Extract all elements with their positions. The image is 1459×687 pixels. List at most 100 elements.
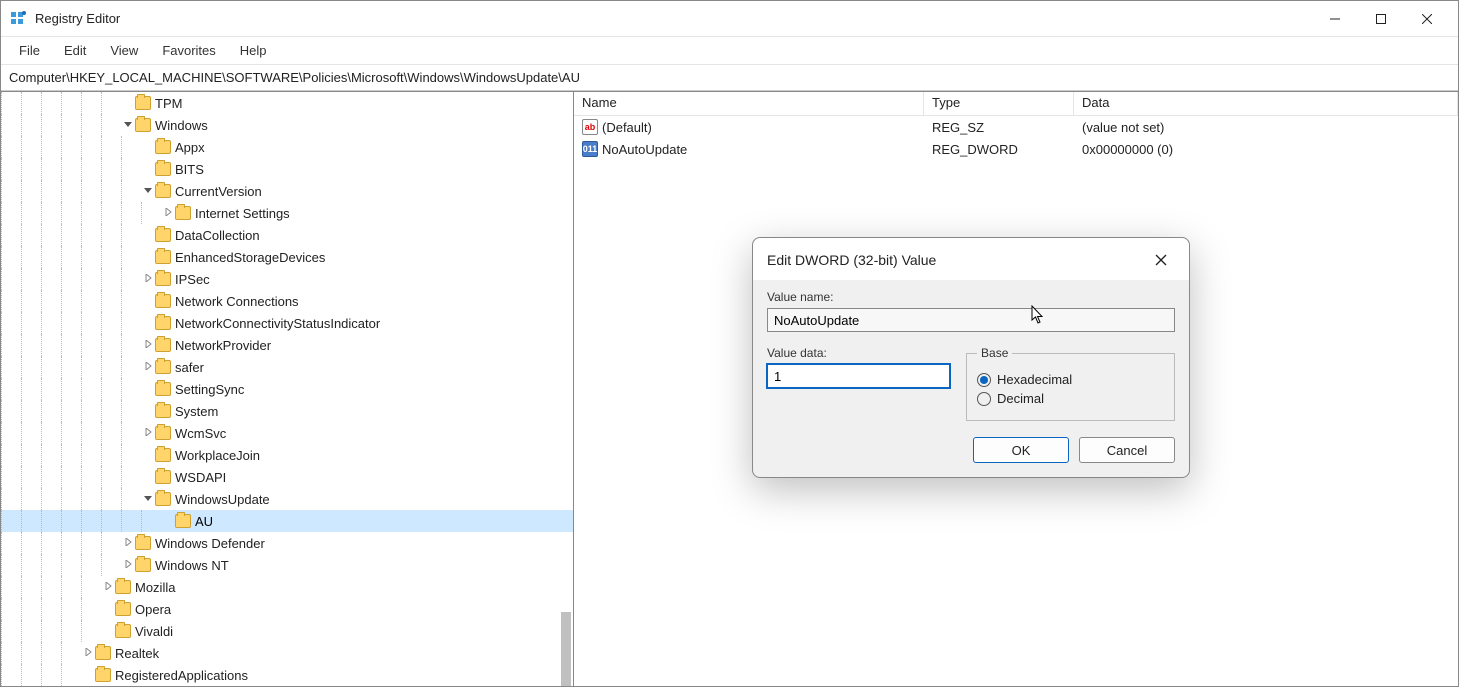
folder-icon xyxy=(155,360,171,374)
expander-icon[interactable] xyxy=(141,274,155,285)
tree-node-label: AU xyxy=(195,514,213,529)
expander-icon[interactable] xyxy=(81,648,95,659)
radio-hexadecimal[interactable]: Hexadecimal xyxy=(977,372,1164,387)
tree-node-wsdapi[interactable]: WSDAPI xyxy=(1,466,573,488)
tree-node-mozilla[interactable]: Mozilla xyxy=(1,576,573,598)
menu-help[interactable]: Help xyxy=(230,40,277,61)
list-row[interactable]: 011NoAutoUpdateREG_DWORD0x00000000 (0) xyxy=(574,138,1458,160)
expander-icon[interactable] xyxy=(121,538,135,549)
menu-edit[interactable]: Edit xyxy=(54,40,96,61)
maximize-button[interactable] xyxy=(1358,3,1404,35)
cancel-button[interactable]: Cancel xyxy=(1079,437,1175,463)
tree-node-appx[interactable]: Appx xyxy=(1,136,573,158)
folder-icon xyxy=(135,118,151,132)
close-button[interactable] xyxy=(1404,3,1450,35)
tree-node-label: NetworkProvider xyxy=(175,338,271,353)
tree-node-workplacejoin[interactable]: WorkplaceJoin xyxy=(1,444,573,466)
titlebar: Registry Editor xyxy=(1,1,1458,37)
registry-tree[interactable]: TPM WindowsAppx BITS CurrentVersionInternet… xyxy=(1,92,573,686)
folder-icon xyxy=(155,470,171,484)
tree-node-label: NetworkConnectivityStatusIndicator xyxy=(175,316,380,331)
value-data: 0x00000000 (0) xyxy=(1074,142,1458,157)
folder-icon xyxy=(135,558,151,572)
folder-icon xyxy=(155,272,171,286)
tree-node-label: DataCollection xyxy=(175,228,260,243)
list-row[interactable]: ab(Default)REG_SZ(value not set) xyxy=(574,116,1458,138)
radio-dec-indicator xyxy=(977,392,991,406)
expander-icon[interactable] xyxy=(161,208,175,219)
tree-node-registeredapplications[interactable]: RegisteredApplications xyxy=(1,664,573,686)
tree-node-tpm[interactable]: TPM xyxy=(1,92,573,114)
folder-icon xyxy=(155,184,171,198)
folder-icon xyxy=(155,250,171,264)
tree-node-windowsupdate[interactable]: WindowsUpdate xyxy=(1,488,573,510)
tree-node-label: safer xyxy=(175,360,204,375)
tree-node-label: System xyxy=(175,404,218,419)
value-data-input[interactable] xyxy=(767,364,950,388)
tree-node-label: BITS xyxy=(175,162,204,177)
base-fieldset: Base Hexadecimal Decimal xyxy=(966,346,1175,421)
expander-icon[interactable] xyxy=(101,582,115,593)
tree-node-windows-defender[interactable]: Windows Defender xyxy=(1,532,573,554)
expander-icon[interactable] xyxy=(121,120,135,131)
address-bar[interactable]: Computer\HKEY_LOCAL_MACHINE\SOFTWARE\Pol… xyxy=(1,65,1458,91)
tree-node-wcmsvc[interactable]: WcmSvc xyxy=(1,422,573,444)
tree-node-datacollection[interactable]: DataCollection xyxy=(1,224,573,246)
tree-node-label: WcmSvc xyxy=(175,426,226,441)
col-header-type[interactable]: Type xyxy=(924,92,1074,115)
minimize-button[interactable] xyxy=(1312,3,1358,35)
col-header-name[interactable]: Name xyxy=(574,92,924,115)
app-icon xyxy=(9,10,27,28)
dialog-titlebar: Edit DWORD (32-bit) Value xyxy=(753,238,1189,280)
tree-node-internet-settings[interactable]: Internet Settings xyxy=(1,202,573,224)
tree-scrollbar-thumb[interactable] xyxy=(561,612,571,686)
string-value-icon: ab xyxy=(582,119,598,135)
value-name-input[interactable] xyxy=(767,308,1175,332)
dword-value-icon: 011 xyxy=(582,141,598,157)
folder-icon xyxy=(155,426,171,440)
tree-node-ipsec[interactable]: IPSec xyxy=(1,268,573,290)
tree-node-au[interactable]: AU xyxy=(1,510,573,532)
col-header-data[interactable]: Data xyxy=(1074,92,1458,115)
tree-node-safer[interactable]: safer xyxy=(1,356,573,378)
tree-node-label: TPM xyxy=(155,96,182,111)
tree-node-windows-nt[interactable]: Windows NT xyxy=(1,554,573,576)
radio-decimal[interactable]: Decimal xyxy=(977,391,1164,406)
menu-view[interactable]: View xyxy=(100,40,148,61)
menu-favorites[interactable]: Favorites xyxy=(152,40,225,61)
expander-icon[interactable] xyxy=(141,362,155,373)
tree-node-currentversion[interactable]: CurrentVersion xyxy=(1,180,573,202)
tree-node-system[interactable]: System xyxy=(1,400,573,422)
folder-icon xyxy=(155,140,171,154)
radio-hex-label: Hexadecimal xyxy=(997,372,1072,387)
tree-node-opera[interactable]: Opera xyxy=(1,598,573,620)
base-legend: Base xyxy=(977,346,1012,360)
tree-node-networkprovider[interactable]: NetworkProvider xyxy=(1,334,573,356)
tree-node-networkconnectivitystatusindicator[interactable]: NetworkConnectivityStatusIndicator xyxy=(1,312,573,334)
tree-node-network-connections[interactable]: Network Connections xyxy=(1,290,573,312)
expander-icon[interactable] xyxy=(141,494,155,505)
expander-icon[interactable] xyxy=(141,340,155,351)
value-name: (Default) xyxy=(602,120,652,135)
value-type: REG_DWORD xyxy=(924,142,1074,157)
tree-node-bits[interactable]: BITS xyxy=(1,158,573,180)
expander-icon[interactable] xyxy=(141,186,155,197)
edit-dword-dialog: Edit DWORD (32-bit) Value Value name: Va… xyxy=(752,237,1190,478)
tree-node-enhancedstoragedevices[interactable]: EnhancedStorageDevices xyxy=(1,246,573,268)
folder-icon xyxy=(135,536,151,550)
radio-hex-indicator xyxy=(977,373,991,387)
folder-icon xyxy=(155,316,171,330)
ok-button[interactable]: OK xyxy=(973,437,1069,463)
value-data-label: Value data: xyxy=(767,346,950,360)
expander-icon[interactable] xyxy=(121,560,135,571)
menu-file[interactable]: File xyxy=(9,40,50,61)
expander-icon[interactable] xyxy=(141,428,155,439)
tree-node-vivaldi[interactable]: Vivaldi xyxy=(1,620,573,642)
folder-icon xyxy=(95,668,111,682)
tree-node-settingsync[interactable]: SettingSync xyxy=(1,378,573,400)
main-split: TPM WindowsAppx BITS CurrentVersionInternet… xyxy=(1,91,1458,686)
folder-icon xyxy=(115,624,131,638)
tree-node-windows[interactable]: Windows xyxy=(1,114,573,136)
tree-node-realtek[interactable]: Realtek xyxy=(1,642,573,664)
dialog-close-button[interactable] xyxy=(1147,248,1175,272)
